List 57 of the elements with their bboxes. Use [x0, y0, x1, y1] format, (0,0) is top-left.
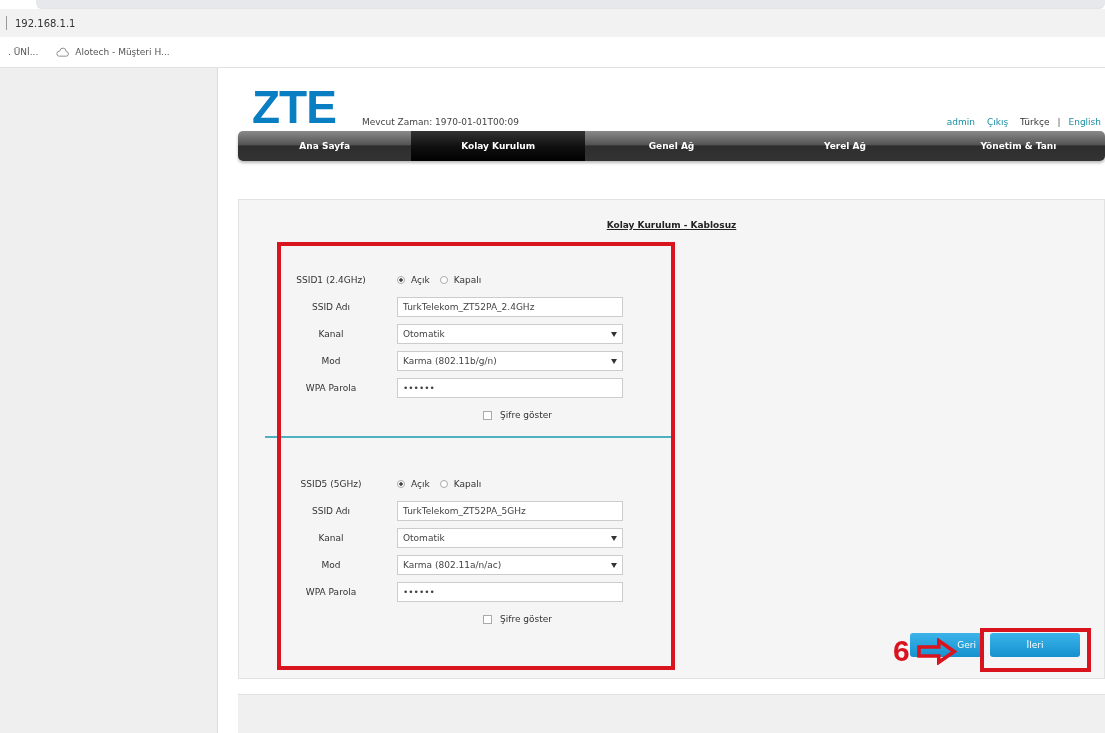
radio-label: Açık [411, 275, 430, 286]
radio-button[interactable] [439, 276, 448, 285]
nav-tab[interactable]: Yönetim & Tanı [931, 131, 1105, 161]
field-label: SSID Adı [310, 506, 352, 517]
nav-tab[interactable]: Kolay Kurulum [411, 131, 585, 161]
header-link[interactable]: admin [946, 117, 975, 128]
caret-icon [611, 331, 617, 337]
field-label: WPA Parola [304, 587, 358, 598]
radio-label: Kapalı [453, 479, 482, 490]
input-field[interactable]: •••••• [397, 378, 623, 399]
input-field[interactable]: TurkTelekom_ZT52PA_2.4GHz [397, 297, 623, 318]
step-number: 6 [893, 636, 910, 666]
dropdown-value: Otomatik [403, 329, 445, 340]
radio-button[interactable] [397, 480, 405, 489]
dropdown-value: Karma (802.11a/n/ac) [403, 560, 502, 571]
field-label: Kanal [317, 533, 345, 544]
input-field[interactable]: TurkTelekom_ZT52PA_5GHz [397, 501, 623, 522]
radio-label: Açık [411, 479, 430, 490]
checkbox-label: Şifre göster [500, 614, 552, 625]
field-label: Mod [320, 560, 342, 571]
header-link[interactable]: Çıkış [986, 117, 1009, 128]
radio-button[interactable] [439, 480, 448, 489]
caret-icon [611, 535, 617, 541]
field-label: WPA Parola [304, 383, 358, 394]
dropdown-value: Karma (802.11b/g/n) [403, 356, 497, 367]
bookmark[interactable]: Alotech - Müşteri H... [75, 47, 170, 57]
dropdown[interactable]: Otomatik [397, 528, 623, 549]
address-text: 192.168.1.1 [15, 17, 76, 29]
dropdown[interactable]: Karma (802.11b/g/n) [397, 351, 623, 372]
logo: ZTE [252, 87, 336, 128]
bookmark[interactable]: . ÜNİ... [8, 47, 39, 57]
arrow-icon [917, 638, 957, 665]
checkbox[interactable] [483, 410, 492, 420]
checkbox[interactable] [483, 614, 492, 624]
nav-tab[interactable]: Ana Sayfa [238, 131, 412, 161]
caret-icon [611, 562, 617, 568]
language-link[interactable]: Türkçe [1020, 117, 1050, 128]
field-label: SSID5 (5GHz) [299, 479, 363, 490]
input-field[interactable]: •••••• [397, 582, 623, 603]
dropdown[interactable]: Karma (802.11a/n/ac) [397, 555, 623, 576]
radio-button[interactable] [397, 276, 405, 285]
field-label: Mod [320, 356, 342, 367]
caret-icon [611, 358, 617, 364]
field-label: Kanal [317, 329, 345, 340]
field-label: SSID1 (2.4GHz) [295, 275, 367, 286]
field-label: SSID Adı [310, 302, 352, 313]
dropdown-value: Otomatik [403, 533, 445, 544]
panel-title: Kolay Kurulum - Kablosuz [605, 219, 738, 230]
radio-label: Kapalı [453, 275, 482, 286]
language-link[interactable]: English [1068, 117, 1101, 128]
nav-tab[interactable]: Yerel Ağ [758, 131, 932, 161]
address-bar[interactable]: 192.168.1.1 [0, 9, 1105, 37]
current-time: Mevcut Zaman: 1970-01-01T00:09 [361, 117, 519, 128]
separator: | [1057, 117, 1061, 128]
nav-tab[interactable]: Genel Ağ [584, 131, 759, 161]
dropdown[interactable]: Otomatik [397, 324, 623, 345]
checkbox-label: Şifre göster [500, 410, 552, 421]
